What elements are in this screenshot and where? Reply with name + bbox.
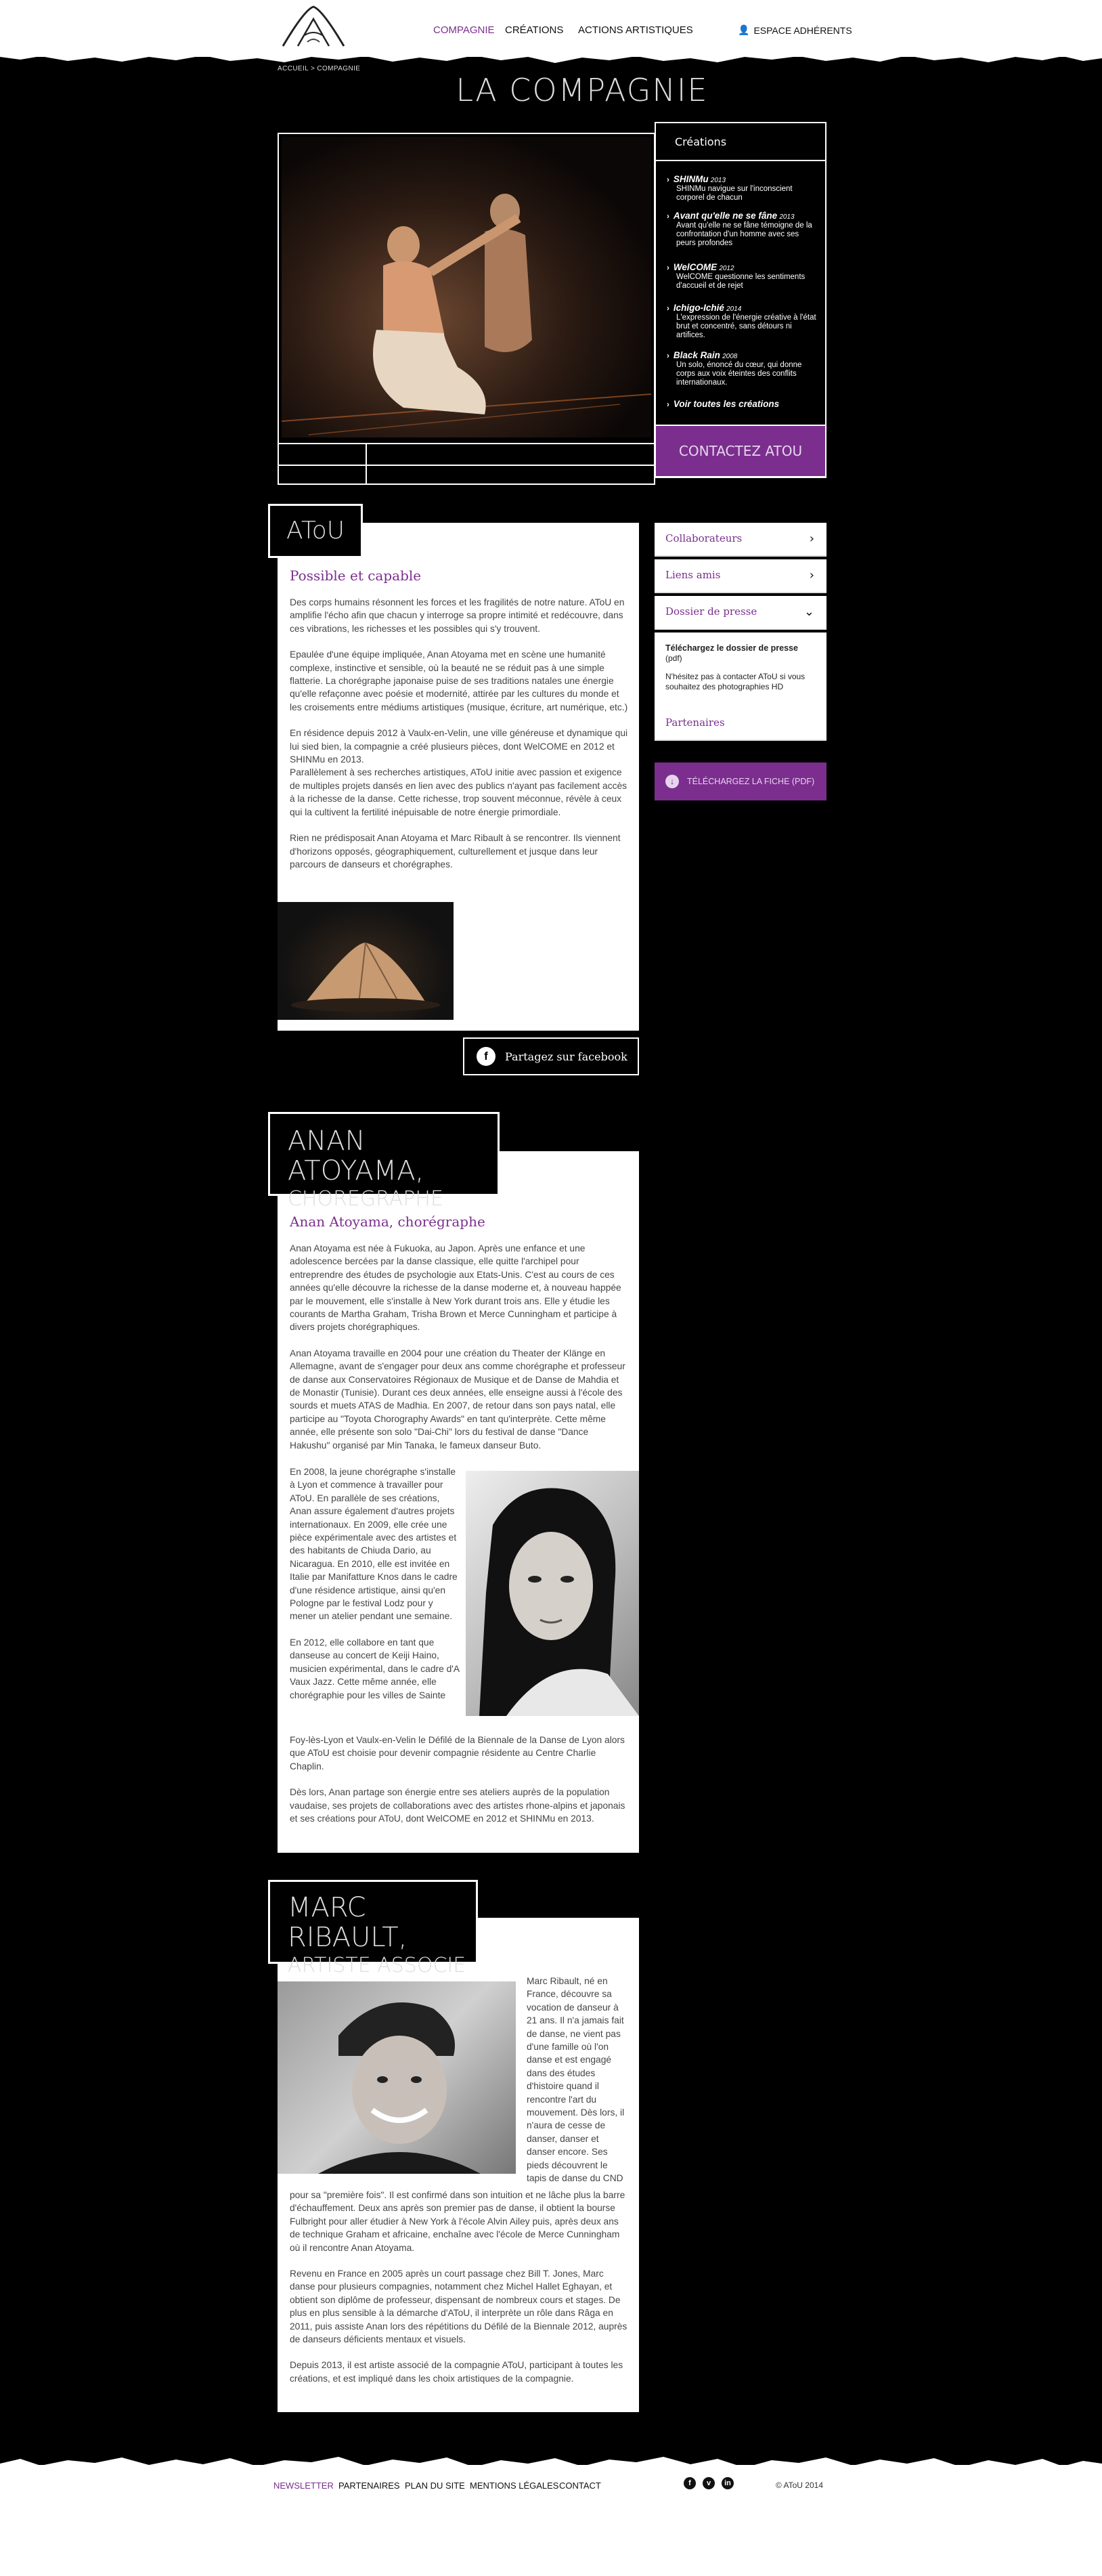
tent-photo xyxy=(278,902,454,1020)
marc-text-bottom: pour sa "première fois". Il est confirmé… xyxy=(290,2190,627,2384)
anan-text-left: En 2008, la jeune chorégraphe s'installe… xyxy=(290,1467,460,1700)
anan-portrait xyxy=(466,1471,639,1716)
footer-newsletter[interactable]: NEWSLETTER xyxy=(273,2481,334,2491)
chevron-right-icon: › xyxy=(809,568,814,582)
press-kit-format: (pdf) xyxy=(665,653,682,663)
facebook-icon: f xyxy=(477,1047,495,1066)
creation-item[interactable]: › SHINMu 2013 SHINMu navigue sur l'incons… xyxy=(667,175,819,202)
anan-text-bottom: Foy-lès-Lyon et Vaulx-en-Velin le Défilé… xyxy=(290,1735,625,1824)
press-kit-panel: Téléchargez le dossier de presse (pdf) N… xyxy=(655,632,826,707)
member-area-label: ESPACE ADHÉRENTS xyxy=(753,24,852,36)
footer-mentions-legales[interactable]: MENTIONS LÉGALES xyxy=(470,2481,558,2491)
atou-subtitle: Possible et capable xyxy=(290,567,422,584)
footer-plan-du-site[interactable]: PLAN DU SITE xyxy=(405,2481,465,2491)
creation-item[interactable]: › Avant qu'elle ne se fâne 2013 Avant qu'… xyxy=(667,211,819,248)
linkedin-icon[interactable]: in xyxy=(722,2477,734,2489)
hero-divider xyxy=(366,443,367,485)
nav-creations[interactable]: CRÉATIONS xyxy=(505,24,563,36)
page-title: LA COMPAGNIE xyxy=(456,72,709,108)
member-area-link[interactable]: 👤 ESPACE ADHÉRENTS xyxy=(738,24,852,36)
sidebar-partenaires[interactable]: Partenaires xyxy=(655,707,826,741)
anan-subtitle: Anan Atoyama, chorégraphe xyxy=(290,1214,485,1230)
contact-button[interactable]: CONTACTEZ ATOU xyxy=(655,425,826,477)
user-icon: 👤 xyxy=(738,24,750,35)
marc-title: MARC RIBAULT, ARTISTE ASSOCIE xyxy=(268,1880,478,1977)
nav-compagnie[interactable]: COMPAGNIE xyxy=(433,24,495,36)
anan-text-top: Anan Atoyama est née à Fukuoka, au Japon… xyxy=(290,1243,625,1451)
see-all-creations-link[interactable]: › Voir toutes les créations xyxy=(667,400,819,410)
hero-divider xyxy=(279,465,654,466)
marc-portrait xyxy=(278,1981,516,2174)
download-sheet-button[interactable]: ↓ TÉLÉCHARGEZ LA FICHE (PDF) xyxy=(655,763,826,800)
creation-item[interactable]: › Black Rain 2008 Un solo, énoncé du cœur… xyxy=(667,351,819,387)
vimeo-icon[interactable]: v xyxy=(703,2477,715,2489)
sidebar-collaborateurs[interactable]: Collaborateurs › xyxy=(655,523,826,557)
torn-paper-edge-top xyxy=(0,49,1102,63)
facebook-icon[interactable]: f xyxy=(684,2477,696,2489)
anan-title: ANAN ATOYAMA, CHOREGRAPHE xyxy=(268,1112,500,1211)
download-label: TÉLÉCHARGEZ LA FICHE (PDF) xyxy=(687,777,815,786)
chevron-right-icon: › xyxy=(809,532,814,546)
footer-contact[interactable]: CONTACT xyxy=(559,2481,601,2491)
hero-frame xyxy=(278,133,655,485)
creation-item[interactable]: › WelCOME 2012 WelCOME questionne les sen… xyxy=(667,263,819,291)
footer-partenaires[interactable]: PARTENAIRES xyxy=(338,2481,400,2491)
atou-logo[interactable] xyxy=(278,4,349,51)
marc-text-right: Marc Ribault, né en France, découvre sa … xyxy=(527,1976,625,2184)
sidebar-dossier-presse[interactable]: Dossier de presse ⌄ xyxy=(655,596,826,630)
chevron-down-icon: ⌄ xyxy=(803,605,814,619)
facebook-share-button[interactable]: f Partagez sur facebook xyxy=(463,1037,639,1075)
press-kit-download-link[interactable]: Téléchargez le dossier de presse xyxy=(665,643,816,653)
hero-divider xyxy=(279,443,654,444)
breadcrumb[interactable]: ACCUEIL > COMPAGNIE xyxy=(278,65,360,72)
nav-actions-artistiques[interactable]: ACTIONS ARTISTIQUES xyxy=(578,24,693,36)
atou-title: AToU xyxy=(268,504,363,558)
press-kit-note: N'hésitez pas à contacter AToU si vous s… xyxy=(665,672,806,691)
share-label: Partagez sur facebook xyxy=(505,1050,627,1063)
atou-text: Des corps humains résonnent les forces e… xyxy=(290,597,628,870)
creation-item[interactable]: › Ichigo-Ichié 2014 L'expression de l'éne… xyxy=(667,303,819,340)
download-icon: ↓ xyxy=(665,775,679,788)
sidebar-liens-amis[interactable]: Liens amis › xyxy=(655,559,826,593)
creations-heading: Créations xyxy=(656,123,825,161)
hero-dance-photo xyxy=(282,137,651,437)
copyright: © AToU 2014 xyxy=(776,2481,823,2490)
